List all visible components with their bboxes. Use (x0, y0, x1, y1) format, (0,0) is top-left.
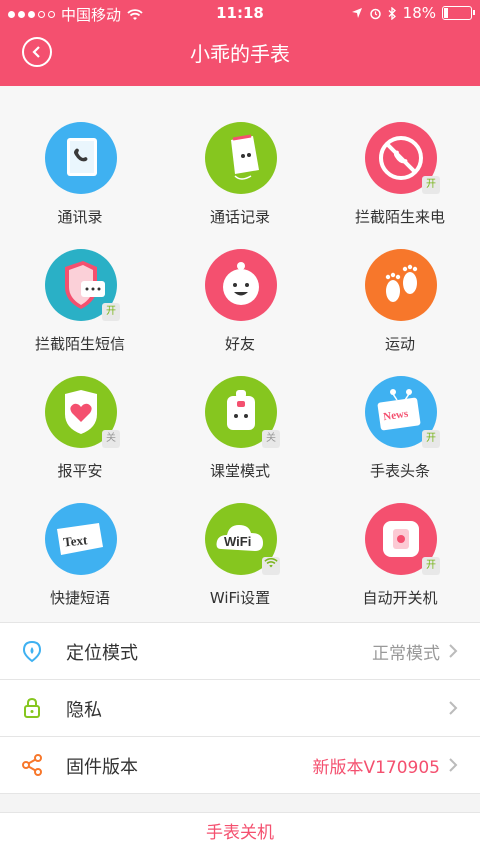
grid-item-call-log[interactable]: 通话记录 (160, 86, 320, 226)
grid-item-block-sms[interactable]: 开 拦截陌生短信 (0, 213, 160, 353)
svg-text:Text: Text (62, 532, 88, 550)
friends-icon (205, 249, 277, 321)
wifi-badge-icon (262, 557, 280, 575)
battery-percent: 18% (402, 4, 436, 22)
grid-item-quick-phrases[interactable]: Text 快捷短语 (0, 467, 160, 607)
grid-item-safe-report[interactable]: 关 报平安 (0, 340, 160, 480)
setting-value-new-version: 新版本V170905 (312, 758, 440, 778)
setting-label: 隐私 (66, 700, 102, 721)
footprint-icon (365, 249, 437, 321)
setting-location-mode[interactable]: 定位模式 正常模式 (0, 622, 480, 679)
grid-item-wifi-settings[interactable]: WiFi WiFi设置 (160, 467, 320, 607)
location-arrow-icon (351, 8, 362, 18)
location-icon (22, 640, 42, 663)
chevron-right-icon (449, 758, 458, 772)
toggle-badge: 开 (422, 557, 440, 575)
setting-firmware-version[interactable]: 固件版本 新版本V170905 (0, 736, 480, 794)
grid-item-sports[interactable]: 运动 (320, 213, 480, 353)
grid-item-friends[interactable]: 好友 (160, 213, 320, 353)
toggle-badge: 关 (262, 430, 280, 448)
page-title: 小乖的手表 (190, 42, 290, 66)
bluetooth-icon (388, 6, 396, 20)
lock-icon (24, 697, 40, 718)
setting-label: 定位模式 (66, 643, 138, 664)
contacts-icon (45, 122, 117, 194)
chevron-right-icon (449, 701, 458, 715)
shutdown-watch-button[interactable]: 手表关机 (0, 812, 480, 854)
battery-icon (442, 6, 475, 20)
grid-item-watch-news[interactable]: News 开 手表头条 (320, 340, 480, 480)
call-log-icon (205, 122, 277, 194)
share-icon (22, 754, 42, 776)
toggle-badge: 关 (102, 430, 120, 448)
grid-item-class-mode[interactable]: 关 课堂模式 (160, 340, 320, 480)
grid-item-auto-power[interactable]: 开 自动开关机 (320, 467, 480, 607)
setting-privacy[interactable]: 隐私 (0, 679, 480, 736)
svg-text:WiFi: WiFi (224, 534, 251, 549)
feature-grid: 通讯录 通话记录 开 拦截陌生来电 开 拦截陌生短信 好友 运动 关 报平安 关… (0, 86, 480, 622)
header-bar: 中国移动 11:18 18% 小乖的手表 (0, 0, 480, 86)
setting-label: 固件版本 (66, 757, 138, 778)
setting-value: 正常模式 (372, 644, 440, 664)
alarm-icon (369, 8, 381, 19)
grid-item-block-calls[interactable]: 开 拦截陌生来电 (320, 86, 480, 226)
text-icon: Text (45, 503, 117, 575)
status-bar: 中国移动 11:18 18% (0, 0, 480, 28)
toggle-badge: 开 (102, 303, 120, 321)
chevron-right-icon (449, 644, 458, 658)
settings-list: 定位模式 正常模式 隐私 固件版本 新版本V170905 (0, 622, 480, 794)
grid-item-contacts[interactable]: 通讯录 (0, 86, 160, 226)
toggle-badge: 开 (422, 176, 440, 194)
toggle-badge: 开 (422, 430, 440, 448)
